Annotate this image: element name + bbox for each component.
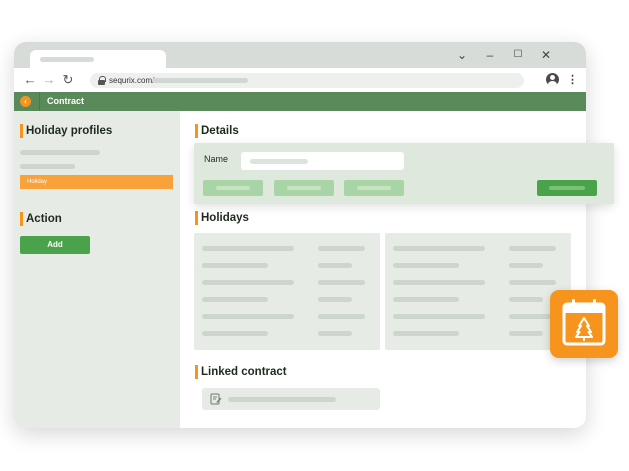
tab-title-placeholder — [40, 57, 94, 62]
calendar-tree-icon — [550, 290, 618, 358]
table-cell-placeholder — [509, 246, 556, 251]
table-cell-placeholder — [318, 280, 365, 285]
url-text: sequrix.com/ — [109, 76, 155, 85]
browser-toolbar: ← → ↻ sequrix.com/ ⋮ — [14, 68, 586, 92]
option-chip[interactable] — [274, 180, 334, 196]
chip-label-placeholder — [357, 186, 391, 190]
table-cell-placeholder — [318, 331, 352, 336]
sidebar-item-placeholder[interactable] — [20, 164, 75, 169]
app-back-arrow-icon[interactable]: ‹ — [20, 96, 31, 107]
table-cell-placeholder — [393, 297, 459, 302]
document-edit-icon — [210, 393, 222, 405]
name-label: Name — [204, 154, 229, 164]
close-icon[interactable]: ✕ — [539, 48, 553, 62]
table-cell-placeholder — [202, 314, 294, 319]
table-cell-placeholder — [393, 314, 485, 319]
table-cell-placeholder — [509, 280, 556, 285]
address-bar[interactable]: sequrix.com/ — [90, 73, 524, 88]
table-cell-placeholder — [509, 314, 556, 319]
holidays-heading: Holidays — [195, 211, 249, 225]
table-cell-placeholder — [202, 280, 294, 285]
table-cell-placeholder — [509, 331, 543, 336]
option-chip[interactable] — [203, 180, 263, 196]
table-cell-placeholder — [318, 314, 365, 319]
lock-icon — [98, 76, 106, 85]
details-heading: Details — [195, 124, 239, 138]
name-input-placeholder — [250, 159, 308, 164]
browser-menu-icon[interactable]: ⋮ — [567, 72, 578, 88]
app-header: ‹ Contract — [14, 92, 586, 111]
tab-strip: ⌄ – ☐ ✕ — [14, 42, 586, 68]
chip-label-placeholder — [216, 186, 250, 190]
add-button[interactable]: Add — [20, 236, 90, 254]
holiday-profiles-heading: Holiday profiles — [20, 124, 112, 138]
option-chip[interactable] — [344, 180, 404, 196]
minimize-icon[interactable]: – — [483, 48, 497, 62]
name-input[interactable] — [241, 152, 404, 170]
sidebar-item-holiday[interactable]: Holiday — [20, 175, 173, 189]
table-cell-placeholder — [509, 263, 543, 268]
holidays-table-left — [194, 233, 380, 350]
account-icon[interactable] — [546, 73, 559, 86]
linked-contract-item[interactable] — [202, 388, 380, 410]
sidebar-item-placeholder[interactable] — [20, 150, 100, 155]
forward-arrow-icon[interactable]: → — [41, 72, 57, 88]
page-title: Contract — [47, 96, 85, 106]
table-cell-placeholder — [202, 263, 268, 268]
table-cell-placeholder — [318, 297, 352, 302]
header-divider — [39, 92, 40, 111]
table-cell-placeholder — [202, 297, 268, 302]
back-arrow-icon[interactable]: ← — [22, 72, 38, 88]
url-placeholder — [152, 78, 248, 83]
maximize-icon[interactable]: ☐ — [511, 48, 525, 62]
sidebar-item-label: Holiday — [27, 179, 48, 185]
table-cell-placeholder — [318, 263, 352, 268]
table-cell-placeholder — [393, 331, 459, 336]
sidebar: Holiday profiles Holiday Action Add — [14, 111, 180, 428]
save-label-placeholder — [549, 186, 585, 190]
linked-contract-placeholder — [228, 397, 336, 402]
save-button[interactable] — [537, 180, 597, 196]
table-cell-placeholder — [318, 246, 365, 251]
tab-search-chevron-down-icon[interactable]: ⌄ — [455, 48, 469, 62]
action-heading: Action — [20, 212, 62, 226]
table-cell-placeholder — [509, 297, 543, 302]
chip-label-placeholder — [287, 186, 321, 190]
table-cell-placeholder — [393, 280, 485, 285]
holidays-table-right — [385, 233, 571, 350]
browser-tab[interactable] — [30, 50, 166, 68]
linked-contract-heading: Linked contract — [195, 365, 287, 379]
reload-icon[interactable]: ↻ — [60, 72, 76, 88]
calendar-svg — [562, 299, 606, 346]
table-cell-placeholder — [393, 246, 485, 251]
details-card: Name — [194, 143, 614, 204]
stage: ⌄ – ☐ ✕ ← → ↻ sequrix.com/ ⋮ ‹ Contract … — [0, 0, 629, 471]
table-cell-placeholder — [393, 263, 459, 268]
table-cell-placeholder — [202, 246, 294, 251]
table-cell-placeholder — [202, 331, 268, 336]
